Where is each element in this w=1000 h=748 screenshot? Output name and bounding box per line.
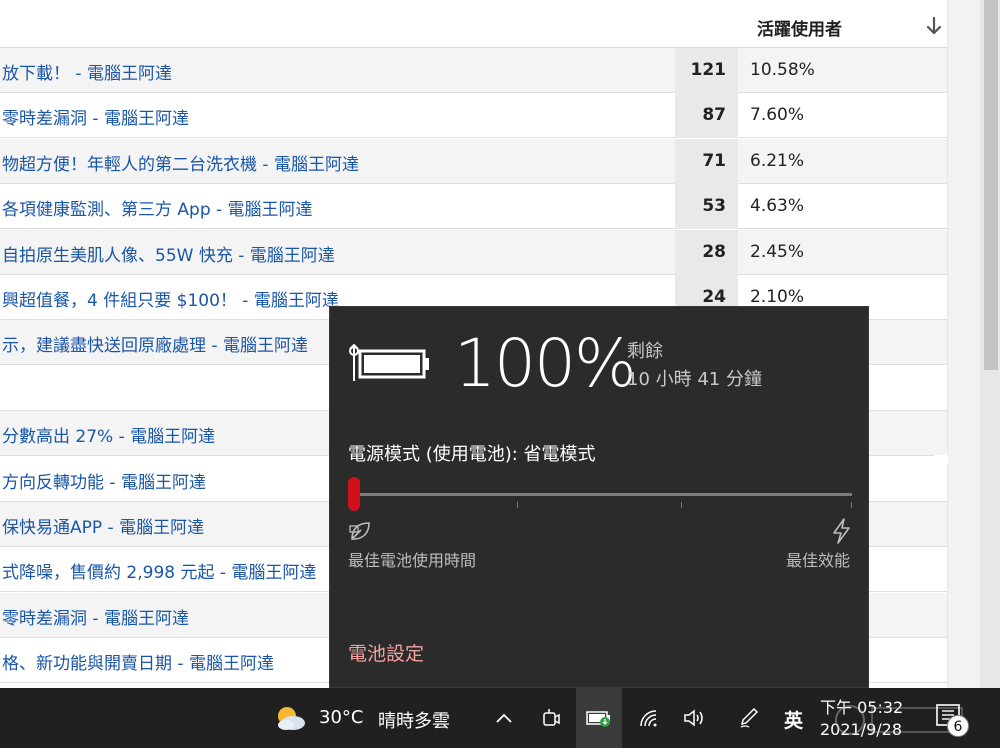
slider-tick	[517, 502, 518, 508]
divider	[934, 455, 948, 465]
article-title-link[interactable]: 示，建議盡快送回原廠處理 - 電腦王阿達	[2, 331, 308, 356]
table-header: 活躍使用者	[0, 0, 947, 48]
article-title-link[interactable]: 物超方便！年輕人的第二台洗衣機 - 電腦王阿達	[2, 150, 359, 175]
article-title-link[interactable]: 方向反轉功能 - 電腦王阿達	[2, 468, 206, 493]
table-row: 放下載！ - 電腦王阿達 121 10.58%	[0, 48, 947, 93]
table-row: 各項健康監測、第三方 App - 電腦王阿達 53 4.63%	[0, 184, 947, 230]
power-mode-slider-thumb[interactable]	[348, 477, 360, 511]
active-users-percent: 2.45%	[750, 241, 805, 262]
active-users-count: 87	[675, 93, 738, 139]
article-title-link[interactable]: 零時差漏洞 - 電腦王阿達	[2, 104, 189, 129]
battery-percentage: 100%	[454, 325, 637, 402]
article-title-link[interactable]: 放下載！ - 電腦王阿達	[2, 59, 172, 84]
weather-description[interactable]: 晴時多雲	[378, 707, 450, 733]
slider-tick	[681, 502, 682, 508]
best-performance-label: 最佳效能	[785, 551, 850, 570]
active-users-percent: 2.10%	[750, 287, 805, 307]
power-mode-slider-track[interactable]	[352, 493, 852, 496]
battery-charging-icon	[586, 711, 610, 727]
article-title-link[interactable]: 格、新功能與開賣日期 - 電腦王阿達	[2, 649, 274, 674]
battery-settings-link[interactable]: 電池設定	[348, 639, 424, 666]
wifi-icon[interactable]	[634, 688, 664, 748]
article-title-link[interactable]: 零時差漏洞 - 電腦王阿達	[2, 604, 189, 629]
active-users-count: 28	[675, 229, 738, 275]
article-title-link[interactable]: 分數高出 27% - 電腦王阿達	[2, 422, 215, 447]
active-users-count: 121	[675, 48, 738, 93]
remaining-time: 10 小時 41 分鐘	[627, 369, 762, 390]
weather-partly-cloudy-icon[interactable]	[273, 704, 307, 732]
article-title-link[interactable]: 自拍原生美肌人像、55W 快充 - 電腦王阿達	[2, 241, 335, 266]
column-header-active-users[interactable]: 活躍使用者	[757, 15, 842, 40]
slider-tick	[851, 502, 852, 508]
active-users-count: 71	[675, 138, 738, 184]
power-mode-label: 電源模式 (使用電池): 省電模式	[348, 444, 596, 465]
table-row: 物超方便！年輕人的第二台洗衣機 - 電腦王阿達 71 6.21%	[0, 138, 947, 184]
article-title-link[interactable]: 保快易通APP - 電腦王阿達	[2, 513, 204, 538]
watermark-logo	[835, 705, 963, 735]
taskbar: 30°C 晴時多雲 英 下午 05:32 2021/9/28 6	[0, 688, 1000, 748]
table-row: 零時差漏洞 - 電腦王阿達 87 7.60%	[0, 93, 947, 139]
pen-icon[interactable]	[734, 688, 764, 748]
arrow-down-icon[interactable]	[924, 16, 944, 36]
meet-now-icon[interactable]	[534, 688, 568, 748]
article-title-link[interactable]: 式降噪，售價約 2,998 元起 - 電腦王阿達	[2, 558, 316, 583]
battery-full-icon	[349, 343, 429, 381]
notification-badge[interactable]: 6	[947, 715, 969, 737]
active-users-percent: 6.21%	[750, 150, 805, 171]
active-users-percent: 10.58%	[750, 60, 815, 80]
active-users-percent: 7.60%	[750, 105, 805, 126]
lightning-bolt-icon	[833, 518, 850, 544]
tray-battery-button[interactable]	[576, 688, 622, 748]
weather-temperature[interactable]: 30°C	[319, 707, 363, 728]
leaf-icon	[349, 522, 370, 540]
table-row: 自拍原生美肌人像、55W 快充 - 電腦王阿達 28 2.45%	[0, 229, 947, 275]
battery-flyout: 100% 剩餘 10 小時 41 分鐘 電源模式 (使用電池): 省電模式 最佳…	[329, 306, 869, 688]
scrollbar-thumb[interactable]	[984, 0, 998, 370]
article-title-link[interactable]: 各項健康監測、第三方 App - 電腦王阿達	[2, 195, 313, 220]
article-title-link[interactable]: 興超值餐，4 件組只要 $100！ - 電腦王阿達	[2, 286, 339, 311]
remaining-label: 剩餘	[627, 341, 663, 362]
volume-icon[interactable]	[680, 688, 710, 748]
best-battery-label: 最佳電池使用時間	[348, 551, 477, 570]
chevron-up-icon[interactable]	[488, 688, 520, 748]
active-users-percent: 4.63%	[750, 196, 805, 217]
ime-indicator[interactable]: 英	[784, 706, 803, 733]
active-users-count: 53	[675, 184, 738, 230]
